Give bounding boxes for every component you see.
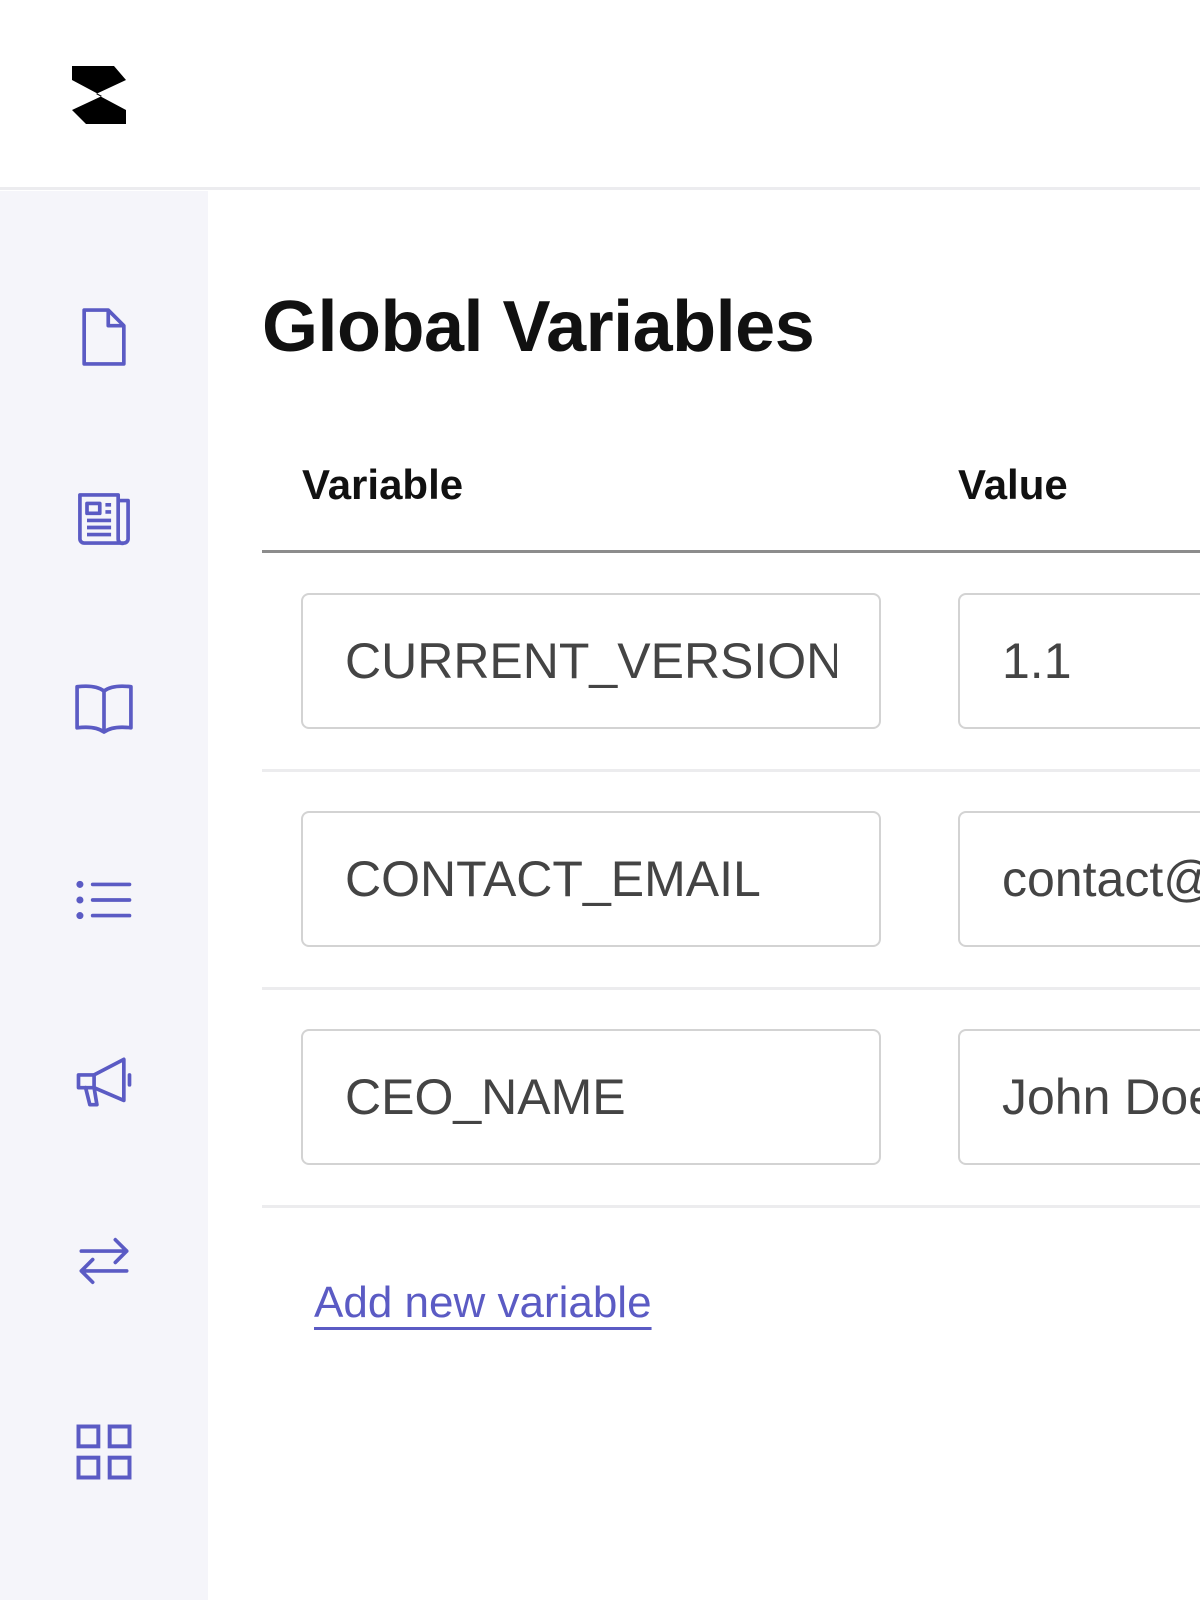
document-icon bbox=[82, 308, 126, 366]
column-header-variable: Variable bbox=[302, 461, 464, 508]
sidebar-nav bbox=[0, 191, 208, 1600]
sidebar-item-transfers[interactable] bbox=[64, 1221, 144, 1301]
variable-name-input[interactable] bbox=[301, 593, 881, 729]
table-header-divider bbox=[262, 550, 1200, 553]
book-icon bbox=[75, 684, 133, 734]
zigzag-logo-icon[interactable] bbox=[70, 64, 132, 126]
variable-value-input[interactable] bbox=[958, 811, 1200, 947]
list-icon bbox=[76, 880, 132, 920]
main-content: Global Variables Variable Value Add new … bbox=[208, 191, 1200, 1600]
arrows-swap-icon bbox=[79, 1237, 129, 1285]
sidebar-item-newspaper[interactable] bbox=[64, 479, 144, 559]
sidebar-item-grid[interactable] bbox=[64, 1412, 144, 1492]
newspaper-icon bbox=[78, 493, 130, 546]
variable-value-input[interactable] bbox=[958, 593, 1200, 729]
row-divider bbox=[262, 987, 1200, 990]
row-divider bbox=[262, 1205, 1200, 1208]
top-bar bbox=[0, 0, 1200, 190]
sidebar-item-document[interactable] bbox=[64, 297, 144, 377]
grid-icon bbox=[76, 1424, 132, 1480]
megaphone-icon bbox=[76, 1057, 132, 1107]
row-divider bbox=[262, 769, 1200, 772]
add-new-variable-link[interactable]: Add new variable bbox=[314, 1278, 652, 1328]
variable-name-input[interactable] bbox=[301, 1029, 881, 1165]
variable-name-input[interactable] bbox=[301, 811, 881, 947]
column-header-value: Value bbox=[958, 461, 1068, 508]
sidebar-item-list[interactable] bbox=[64, 860, 144, 940]
page-title: Global Variables bbox=[262, 287, 815, 367]
sidebar-item-book[interactable] bbox=[64, 668, 144, 748]
sidebar-item-megaphone[interactable] bbox=[64, 1042, 144, 1122]
variable-value-input[interactable] bbox=[958, 1029, 1200, 1165]
